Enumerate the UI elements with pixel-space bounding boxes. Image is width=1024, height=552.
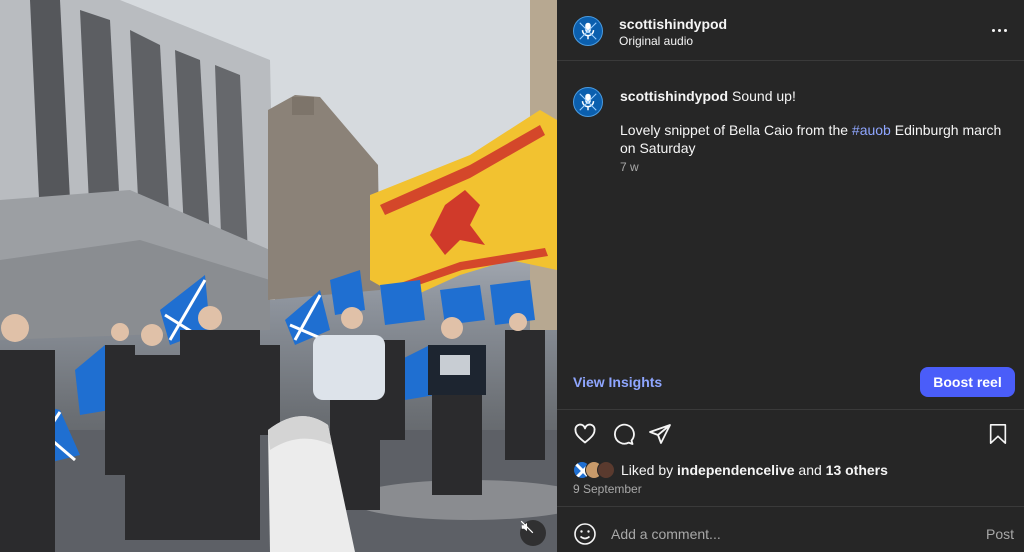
post-details-panel: scottishindypod Original audio scottishi…	[557, 0, 1024, 552]
caption-timestamp[interactable]: 7 w	[620, 160, 639, 174]
post-date[interactable]: 9 September	[573, 482, 642, 496]
save-button[interactable]	[985, 421, 1011, 447]
post-comment-button[interactable]: Post	[986, 526, 1014, 542]
actions-divider	[557, 409, 1024, 410]
reel-video[interactable]	[0, 0, 557, 552]
likes-summary: Liked by independencelive and 13 others	[573, 460, 888, 480]
more-options-button[interactable]	[987, 20, 1011, 40]
header-divider	[557, 60, 1024, 61]
share-icon	[649, 424, 671, 444]
post-header: scottishindypod Original audio	[557, 0, 1024, 60]
likes-prefix: Liked by	[621, 462, 678, 478]
comment-icon	[614, 423, 635, 445]
caption-line-2: Lovely snippet of Bella Caio from the #a…	[620, 121, 1020, 157]
caption-text-before-hashtag: Lovely snippet of Bella Caio from the	[620, 122, 852, 138]
emoji-button[interactable]	[573, 522, 597, 546]
avatar[interactable]	[573, 16, 603, 46]
likes-middle: and	[794, 462, 826, 478]
likes-text: Liked by independencelive and 13 others	[621, 462, 888, 478]
mute-icon	[520, 520, 534, 534]
bookmark-icon	[989, 424, 1007, 444]
microphone-logo-icon	[579, 93, 597, 111]
more-icon	[991, 28, 1007, 32]
microphone-logo-icon	[579, 22, 597, 40]
liker-avatar	[597, 461, 615, 479]
caption-username[interactable]: scottishindypod	[620, 88, 728, 104]
likes-others-link[interactable]: 13 others	[826, 462, 888, 478]
audio-label[interactable]: Original audio	[619, 34, 693, 48]
video-frame-illustration	[0, 0, 557, 552]
post-username[interactable]: scottishindypod	[619, 16, 727, 32]
view-insights-link[interactable]: View Insights	[573, 374, 662, 390]
comment-button[interactable]	[610, 421, 636, 447]
caption-line-1: Sound up!	[732, 88, 796, 104]
heart-icon	[574, 423, 596, 444]
like-button[interactable]	[572, 421, 598, 447]
comment-divider	[557, 506, 1024, 507]
comment-input[interactable]	[611, 523, 971, 545]
liker-username[interactable]: independencelive	[677, 462, 794, 478]
boost-reel-button[interactable]: Boost reel	[920, 367, 1015, 397]
post-caption: scottishindypod Sound up! Lovely snippet…	[620, 87, 1020, 157]
mute-button[interactable]	[520, 520, 546, 546]
reel-viewer: scottishindypod Original audio scottishi…	[0, 0, 1024, 552]
caption-avatar[interactable]	[573, 87, 603, 117]
emoji-icon	[574, 523, 596, 545]
hashtag-link[interactable]: #auob	[852, 122, 891, 138]
share-button[interactable]	[647, 421, 673, 447]
